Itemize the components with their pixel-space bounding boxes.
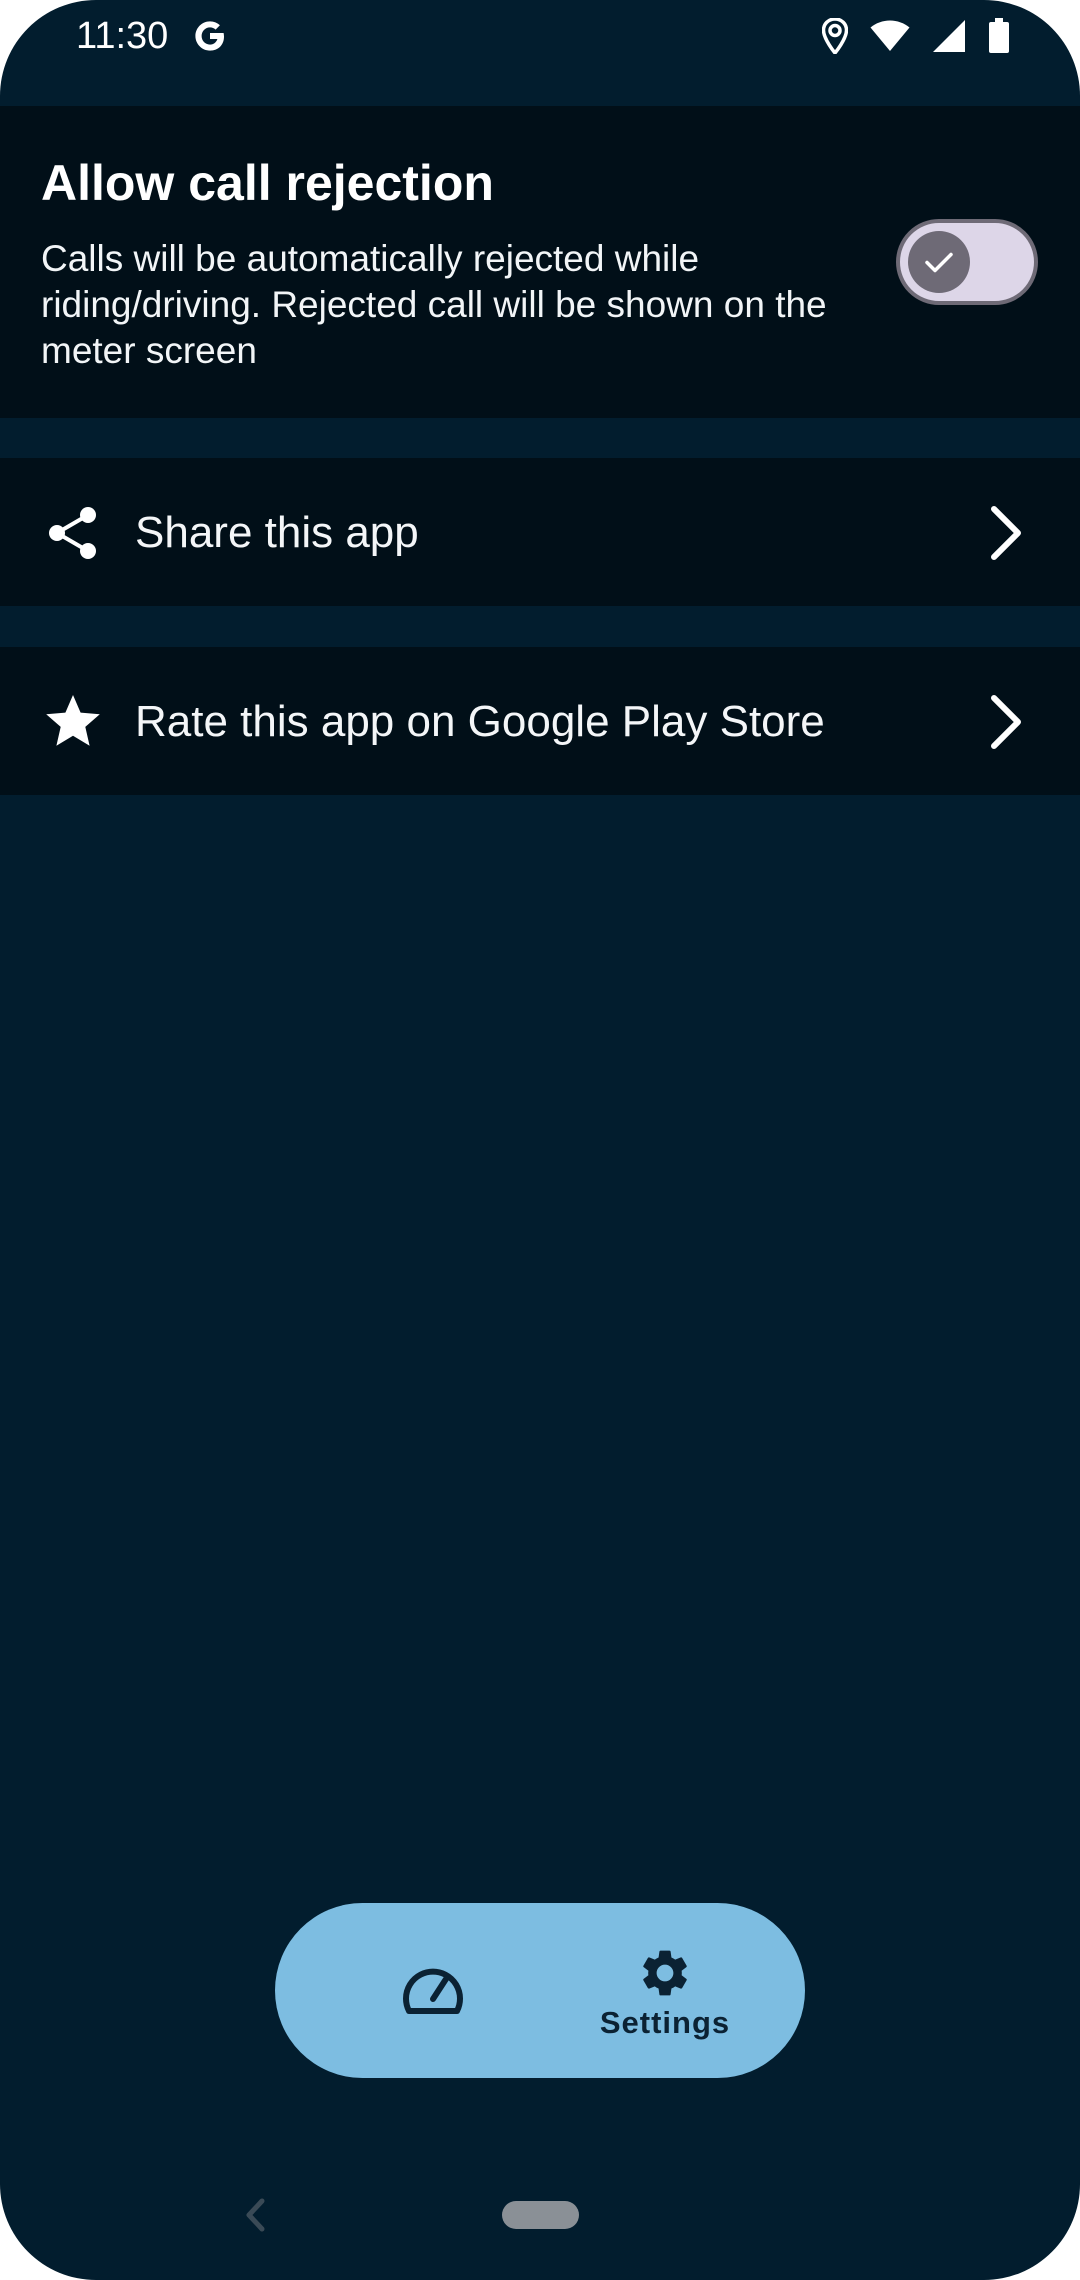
system-home-handle[interactable]: [502, 2201, 579, 2229]
call-rejection-title: Allow call rejection: [41, 155, 494, 211]
gear-icon: [643, 1950, 687, 1996]
toggle-thumb: [908, 231, 970, 293]
status-time: 11:30: [76, 15, 169, 57]
rate-app-row[interactable]: Rate this app on Google Play Store: [0, 647, 1080, 795]
system-back-icon[interactable]: [242, 2196, 270, 2234]
star-icon: [44, 693, 102, 751]
call-rejection-description: Calls will be automatically rejected whi…: [41, 238, 827, 371]
speedometer-icon: [403, 1968, 463, 2014]
bottom-nav: Settings: [275, 1903, 805, 2078]
rate-app-label: Rate this app on Google Play Store: [135, 697, 825, 746]
nav-item-meter[interactable]: [370, 1953, 496, 2033]
check-icon: [925, 252, 953, 273]
share-app-label: Share this app: [135, 508, 419, 557]
google-g-icon: [190, 16, 230, 56]
share-app-row[interactable]: Share this app: [0, 458, 1080, 606]
status-bar: 11:30: [0, 0, 1080, 106]
status-icons: [822, 16, 1010, 56]
settings-screen: 11:30 Allow call rejection Calls will be…: [0, 0, 1080, 2280]
location-icon: [822, 18, 848, 54]
signal-icon: [932, 19, 966, 53]
nav-settings-label: Settings: [599, 2005, 731, 2040]
battery-icon: [988, 18, 1010, 54]
share-icon: [44, 504, 102, 562]
nav-item-settings[interactable]: Settings: [585, 1941, 745, 2041]
wifi-icon: [870, 20, 910, 52]
call-rejection-toggle[interactable]: [896, 219, 1038, 305]
chevron-right-icon: [984, 693, 1030, 751]
chevron-right-icon: [984, 504, 1030, 562]
